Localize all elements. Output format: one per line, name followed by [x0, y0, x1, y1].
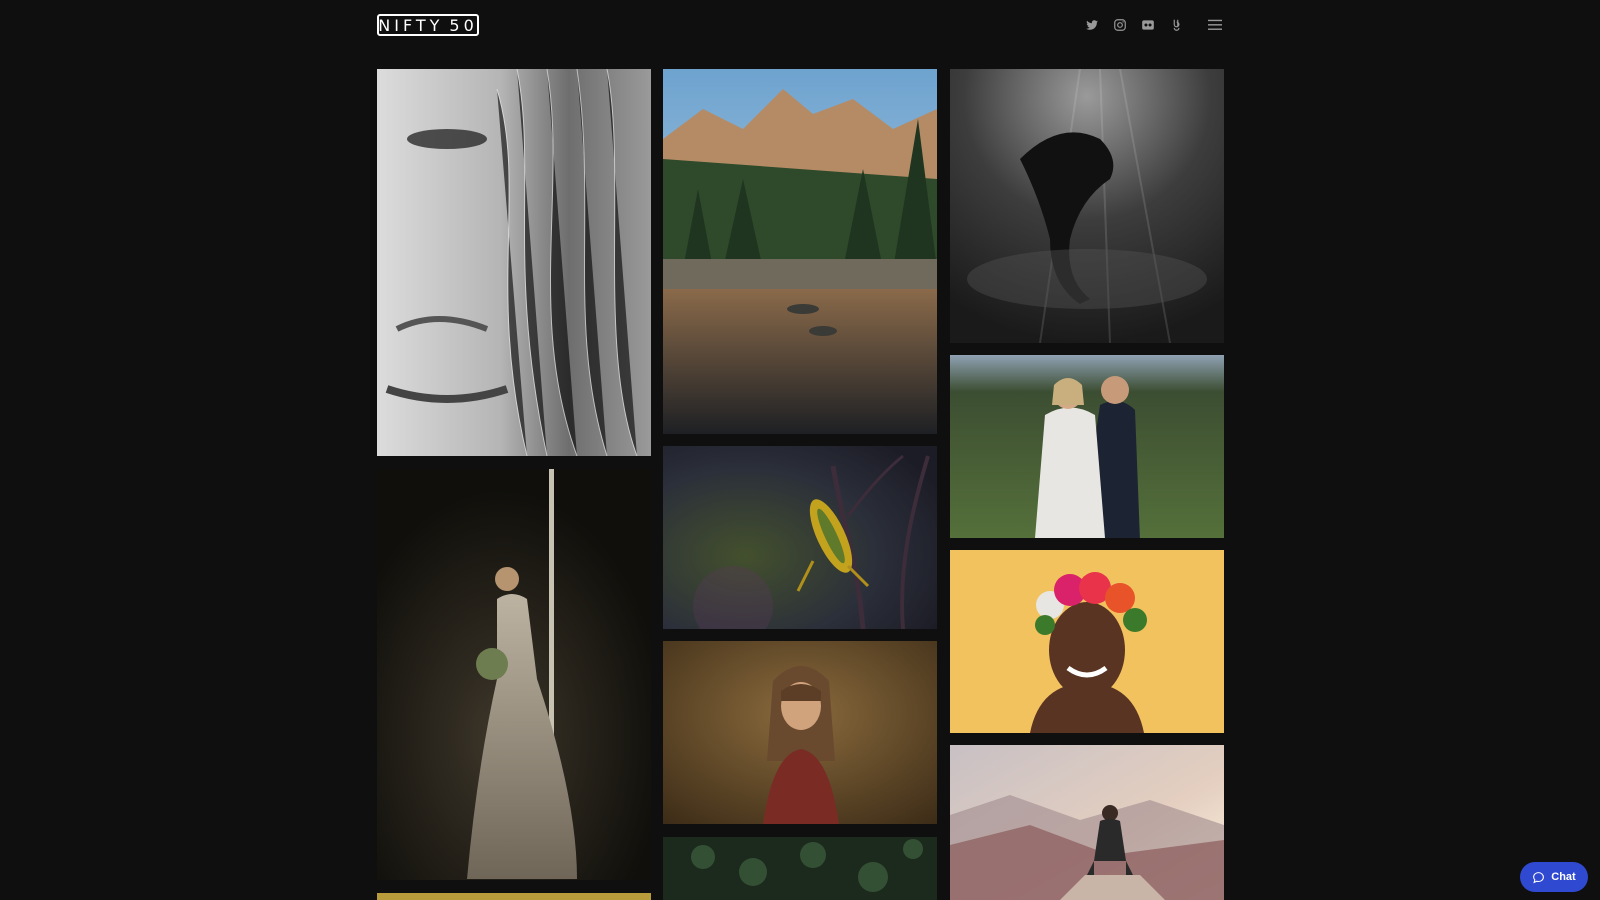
gallery-photo-girl-field[interactable]	[663, 641, 937, 824]
page: NIFTY 50 Chat	[0, 0, 1600, 900]
gallery-photo-wedding-couple[interactable]	[950, 355, 1224, 538]
gallery-photo-underwater[interactable]	[950, 69, 1224, 343]
gallery-photo-flower-crown[interactable]	[950, 550, 1224, 733]
girl-field-image	[663, 641, 937, 824]
gallery-photo-mountain-lake[interactable]	[663, 69, 937, 434]
gallery-photo-bw-portrait[interactable]	[377, 69, 651, 456]
chat-bubble-icon	[1533, 871, 1545, 883]
mountain-summit-image	[950, 745, 1224, 900]
flickr-icon[interactable]	[1141, 18, 1155, 32]
gallery-photo-bride-window[interactable]	[377, 469, 651, 880]
yellow-partial-image	[377, 893, 651, 900]
logo-text-nifty: NIFTY	[378, 15, 444, 35]
instagram-icon[interactable]	[1113, 18, 1127, 32]
mountain-lake-image	[663, 69, 937, 434]
site-logo[interactable]: NIFTY 50	[377, 14, 479, 36]
bride-window-image	[377, 469, 651, 880]
bw-portrait-image	[377, 69, 651, 456]
grasshopper-image	[663, 446, 937, 629]
chat-button[interactable]: Chat	[1520, 862, 1588, 892]
dark-foliage-image	[663, 837, 937, 900]
gallery-photo-yellow-partial[interactable]	[377, 893, 651, 900]
logo-text-50: 50	[449, 15, 478, 35]
social-links	[1085, 18, 1223, 32]
flower-crown-image	[950, 550, 1224, 733]
site-header: NIFTY 50	[377, 14, 1223, 40]
500px-icon[interactable]	[1169, 18, 1183, 32]
hamburger-menu-icon[interactable]	[1207, 18, 1223, 32]
chat-label: Chat	[1551, 871, 1576, 883]
gallery-photo-dark-foliage[interactable]	[663, 837, 937, 900]
gallery-photo-grasshopper[interactable]	[663, 446, 937, 629]
gallery-photo-mountain-summit[interactable]	[950, 745, 1224, 900]
twitter-icon[interactable]	[1085, 18, 1099, 32]
wedding-couple-image	[950, 355, 1224, 538]
underwater-image	[950, 69, 1224, 343]
